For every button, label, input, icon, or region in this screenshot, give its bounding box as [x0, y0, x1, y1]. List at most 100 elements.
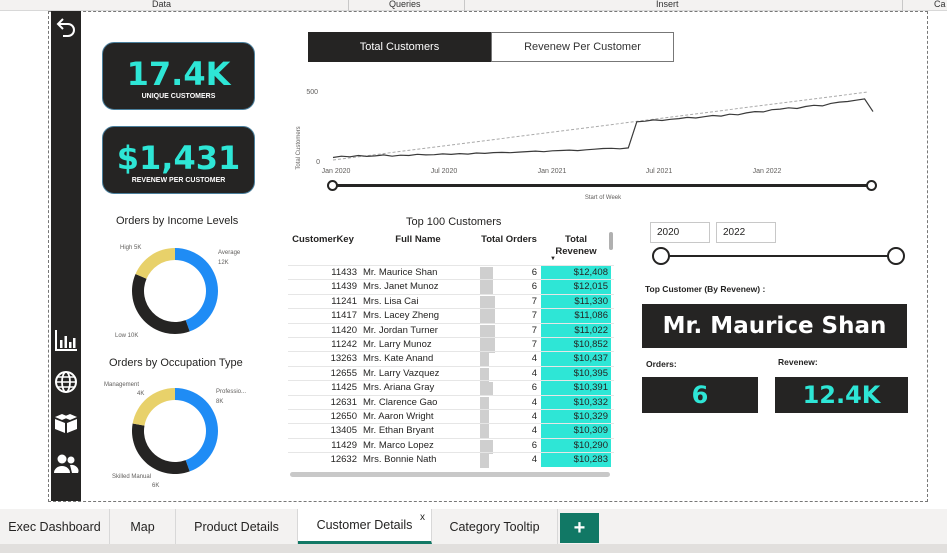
table-row[interactable]: 11417 Mrs. Lacey Zheng 7 $11,086: [288, 308, 614, 325]
cell-total-orders: 7: [531, 295, 537, 307]
cell-customerkey: 11417: [331, 310, 357, 322]
table-row[interactable]: 13263 Mrs. Kate Anand 4 $10,437: [288, 351, 614, 368]
add-page-button[interactable]: +: [560, 513, 599, 543]
cell-full-name: Mr. Larry Vazquez: [363, 367, 440, 379]
cell-total-revenue: $10,391: [541, 381, 611, 396]
table-row[interactable]: 11425 Mrs. Ariana Gray 6 $10,391: [288, 380, 614, 397]
year-slider-end-handle[interactable]: [887, 247, 905, 265]
income-donut-chart: High 5K Average 12K Low 10K: [115, 245, 241, 339]
table-header: CustomerKey Full Name Total Orders Total…: [288, 232, 614, 264]
tab-product-details[interactable]: Product Details: [176, 509, 298, 544]
cell-total-revenue: $10,290: [541, 438, 611, 453]
cell-total-orders: 4: [531, 411, 537, 422]
boxes-icon[interactable]: [51, 410, 81, 436]
date-range-slider-track[interactable]: [333, 184, 871, 187]
cell-total-revenue: $12,408: [541, 266, 611, 280]
donut-slice-low[interactable]: [132, 273, 190, 334]
cell-total-orders: 4: [531, 367, 537, 379]
year-slider-track[interactable]: [660, 255, 896, 257]
total-customers-button[interactable]: Total Customers: [308, 32, 491, 62]
header-total-orders[interactable]: Total Orders: [476, 234, 542, 245]
cell-customerkey: 11420: [331, 324, 357, 336]
year-from-input[interactable]: 2020: [650, 222, 710, 243]
sort-desc-icon[interactable]: ▼: [548, 256, 558, 262]
table-row[interactable]: 11241 Mrs. Lisa Cai 7 $11,330: [288, 293, 614, 310]
cell-full-name: Mrs. Ariana Gray: [363, 382, 435, 394]
orders-value: 6: [642, 377, 758, 413]
revenue-per-customer-button[interactable]: Revenew Per Customer: [491, 32, 674, 62]
table-row[interactable]: 11439 Mrs. Janet Munoz 6 $12,015: [288, 279, 614, 296]
ribbon-separator: [902, 0, 903, 11]
cell-customerkey: 11433: [331, 267, 357, 278]
donut-slice-average[interactable]: [175, 248, 218, 332]
cell-total-orders: 4: [531, 425, 537, 437]
occupation-donut-title: Orders by Occupation Type: [109, 357, 243, 369]
table-row[interactable]: 12650 Mr. Aaron Wright 4 $10,329: [288, 409, 614, 425]
income-label-low: Low 10K: [115, 333, 138, 339]
table-row[interactable]: 11420 Mr. Jordan Turner 7 $11,022: [288, 322, 614, 339]
cell-customerkey: 11425: [331, 382, 357, 394]
cell-total-revenue: $10,852: [541, 338, 611, 352]
table-hscroll-thumb[interactable]: [290, 472, 610, 477]
year-to-input[interactable]: 2022: [716, 222, 776, 243]
cell-customerkey: 12631: [330, 396, 357, 408]
date-range-slider-start-handle[interactable]: [327, 180, 338, 191]
header-full-name[interactable]: Full Name: [378, 234, 458, 245]
donut-slice-professional[interactable]: [175, 388, 218, 472]
income-label-12k: 12K: [218, 260, 229, 266]
ribbon-queries-label[interactable]: Queries: [389, 0, 421, 9]
cell-customerkey: 11241: [331, 295, 357, 307]
donut-slice-high[interactable]: [135, 248, 175, 279]
table-row[interactable]: 11429 Mr. Marco Lopez 6 $10,290: [288, 437, 614, 454]
ribbon-data-label[interactable]: Data: [152, 0, 171, 9]
trend-line: [332, 91, 869, 161]
cell-total-revenue: $12,015: [541, 280, 611, 295]
ribbon-separator: [464, 0, 465, 11]
revenue-per-customer-value: $1,431: [116, 139, 241, 177]
date-range-slider-end-handle[interactable]: [866, 180, 877, 191]
cell-total-revenue: $10,395: [541, 366, 611, 381]
cell-total-orders: 4: [531, 353, 537, 365]
table-row[interactable]: 12632 Mrs. Bonnie Nath 4 $10,283: [288, 452, 614, 469]
unique-customers-card: 17.4K UNIQUE CUSTOMERS: [102, 42, 255, 110]
tab-map[interactable]: Map: [110, 509, 176, 544]
year-slider-start-handle[interactable]: [652, 247, 670, 265]
revenue-label: Revenew:: [778, 357, 818, 367]
donut-slice-skilled-manual[interactable]: [132, 423, 190, 474]
customers-line-chart: Total Customers 500 0 Jan 2020 Jul 2020 Ja…: [296, 89, 874, 201]
tab-category-tooltip[interactable]: Category Tooltip: [432, 509, 558, 544]
table-row[interactable]: 11433 Mr. Maurice Shan 6 $12,408: [288, 265, 614, 281]
tab-customer-details[interactable]: Customer Details: [298, 509, 432, 544]
header-total[interactable]: Total: [544, 234, 608, 245]
table-row[interactable]: 13405 Mr. Ethan Bryant 4 $10,309: [288, 423, 614, 440]
bar-chart-icon[interactable]: [51, 327, 81, 353]
ribbon-ca-label[interactable]: Ca: [934, 0, 946, 9]
cell-full-name: Mr. Ethan Bryant: [363, 425, 434, 437]
tab-close-icon[interactable]: x: [420, 512, 425, 523]
back-arrow-icon[interactable]: [51, 13, 81, 39]
cell-full-name: Mr. Maurice Shan: [363, 267, 438, 278]
table-vscroll-thumb[interactable]: [609, 232, 613, 250]
globe-icon[interactable]: [51, 369, 81, 395]
tab-exec-dashboard[interactable]: Exec Dashboard: [0, 509, 110, 544]
header-customerkey[interactable]: CustomerKey: [288, 234, 358, 245]
table-row[interactable]: 12655 Mr. Larry Vazquez 4 $10,395: [288, 365, 614, 382]
income-label-high: High 5K: [120, 245, 141, 251]
cell-total-orders: 6: [531, 267, 537, 278]
status-bar: [0, 544, 947, 553]
cell-full-name: Mrs. Lisa Cai: [363, 295, 419, 307]
line-chart-ytick-top: 500: [306, 89, 318, 96]
line-chart-xticks: Jan 2020 Jul 2020 Jan 2021 Jul 2021 Jan 2022: [322, 168, 782, 175]
income-donut-title: Orders by Income Levels: [116, 215, 239, 227]
ribbon-insert-label[interactable]: Insert: [656, 0, 679, 9]
line-chart-xtick: Jul 2020: [431, 168, 458, 175]
cell-total-orders: 6: [531, 439, 537, 451]
ribbon-strip: Data Queries Insert Ca: [0, 0, 947, 11]
table-row[interactable]: 11242 Mr. Larry Munoz 7 $10,852: [288, 337, 614, 353]
cell-total-orders: 4: [531, 396, 537, 408]
unique-customers-value: 17.4K: [126, 55, 231, 93]
table-row[interactable]: 12631 Mr. Clarence Gao 4 $10,332: [288, 394, 614, 411]
cell-full-name: Mrs. Janet Munoz: [363, 281, 439, 293]
users-icon[interactable]: [51, 451, 81, 477]
page-tabs-bar: Exec Dashboard Map Product Details Custo…: [0, 509, 947, 544]
